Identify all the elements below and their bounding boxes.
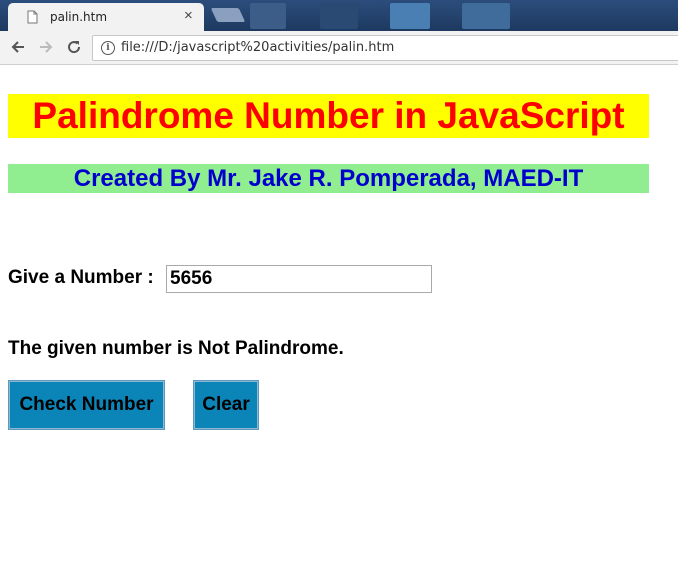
page-icon <box>27 10 38 24</box>
tab-title: palin.htm <box>50 10 108 24</box>
forward-arrow-icon[interactable] <box>34 35 58 59</box>
check-number-button[interactable]: Check Number <box>8 380 165 430</box>
browser-toolbar: i file:///D:/javascript%20activities/pal… <box>0 31 678 65</box>
author-subtitle: Created By Mr. Jake R. Pomperada, MAED-I… <box>8 164 649 193</box>
background-decoration <box>250 3 286 29</box>
url-text: file:///D:/javascript%20activities/palin… <box>121 40 395 55</box>
number-input[interactable] <box>166 265 432 293</box>
new-tab-button[interactable] <box>210 8 246 22</box>
address-bar[interactable]: i file:///D:/javascript%20activities/pal… <box>92 35 678 61</box>
tab-strip: palin.htm × <box>0 0 678 31</box>
background-decoration <box>390 3 430 29</box>
background-decoration <box>320 3 358 29</box>
info-icon[interactable]: i <box>101 41 115 55</box>
number-label: Give a Number : <box>8 267 154 288</box>
back-arrow-icon[interactable] <box>6 35 30 59</box>
page-title: Palindrome Number in JavaScript <box>8 94 649 138</box>
reload-icon[interactable] <box>62 35 86 59</box>
close-icon[interactable]: × <box>184 7 193 25</box>
clear-button[interactable]: Clear <box>193 380 259 430</box>
browser-tab[interactable]: palin.htm × <box>8 3 204 31</box>
result-text: The given number is Not Palindrome. <box>8 338 344 359</box>
background-decoration <box>462 3 510 29</box>
